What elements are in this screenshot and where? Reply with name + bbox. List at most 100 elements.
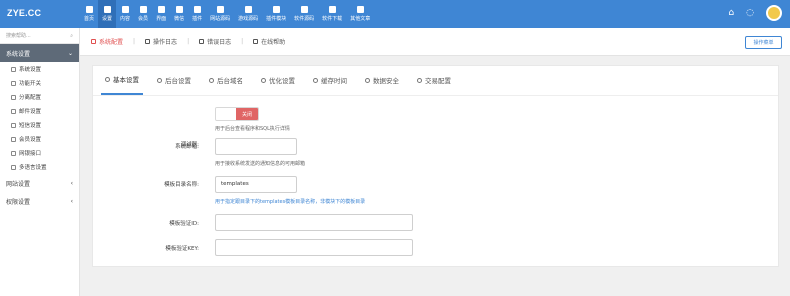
nav-label: 软件源码 (294, 16, 315, 22)
tab-5[interactable]: 数据安全 (361, 65, 403, 95)
tab-3[interactable]: 优化设置 (257, 65, 299, 95)
toggle-on-side: 关闭 (236, 108, 258, 120)
top-right-actions: ⌂ ◌ (728, 5, 782, 21)
nav-item-6[interactable]: 插件 (188, 0, 206, 28)
tab-2[interactable]: 后台域名 (205, 65, 247, 95)
tab-icon (209, 77, 214, 83)
sidebar: 搜索帮助... ⌕ 系统设置 ⌄ 系统设置功能开关分离配置 邮件设置短信设置会员设… (0, 28, 80, 296)
nav-label: 游戏源码 (238, 16, 259, 22)
tab-icon (105, 76, 110, 82)
nav-label: 插件 (192, 16, 203, 22)
nav-label: 其他文章 (350, 16, 371, 22)
sidebar-item-7[interactable]: 多语言设置 (0, 160, 79, 174)
menu-icon (11, 150, 16, 156)
refresh-icon[interactable]: ◌ (746, 8, 754, 18)
nav-label: 软件下载 (322, 16, 343, 22)
sidebar-item-label: 短信设置 (19, 123, 42, 129)
nav-label: 插件模块 (266, 16, 287, 22)
nav-label: 首页 (84, 16, 95, 22)
menu-icon (11, 136, 16, 142)
article-icon (356, 6, 364, 13)
sidebar-item-3[interactable]: 邮件设置 (0, 104, 79, 118)
home-icon[interactable]: ⌂ (728, 8, 734, 18)
template-key-field[interactable] (215, 239, 413, 256)
sidebar-group-system[interactable]: 系统设置 ⌄ (0, 44, 79, 62)
nav-item-5[interactable]: 微信 (170, 0, 188, 28)
sidebar-group-label: 系统设置 (6, 50, 31, 58)
email-field[interactable] (215, 138, 297, 155)
sidebar-item-2[interactable]: 分离配置 (0, 90, 79, 104)
nav-item-10[interactable]: 软件源码 (290, 0, 318, 28)
breadcrumb-item-help[interactable]: 在线帮助 (253, 37, 285, 46)
tab-0[interactable]: 基本设置 (101, 65, 143, 95)
bug-icon (199, 39, 205, 44)
tab-label: 缓存时间 (321, 77, 347, 85)
breadcrumb-item-system[interactable]: 系统配置 (91, 37, 123, 46)
tab-icon (157, 77, 162, 83)
tab-label: 后台域名 (217, 77, 243, 85)
template-id-field[interactable] (215, 214, 413, 231)
search-icon[interactable]: ⌕ (70, 33, 73, 39)
breadcrumb-separator: | (133, 38, 136, 45)
breadcrumb-item-oplog[interactable]: 操作日志 (145, 37, 177, 46)
nav-item-0[interactable]: 首页 (80, 0, 98, 28)
sidebar-item-label: 功能开关 (19, 81, 42, 87)
plugin-icon (193, 6, 201, 13)
menu-icon (11, 108, 16, 114)
grid-icon (121, 6, 129, 13)
nav-item-11[interactable]: 软件下载 (318, 0, 346, 28)
tab-icon (365, 77, 370, 83)
sidebar-item-6[interactable]: 网银接口 (0, 146, 79, 160)
sidebar-group-permission[interactable]: 权限设置 ‹ (0, 192, 79, 210)
search-input[interactable]: 搜索帮助... (6, 32, 31, 39)
template-dir-help: 用于指定跟目录下的templates模板目录名称，非模块下的模板目录 (215, 199, 366, 205)
nav-item-4[interactable]: 界面 (152, 0, 170, 28)
nav-item-9[interactable]: 插件模块 (262, 0, 290, 28)
nav-label: 内容 (120, 16, 131, 22)
menu-icon (11, 80, 16, 86)
nav-item-3[interactable]: 会员 (134, 0, 152, 28)
nav-label: 微信 (174, 16, 185, 22)
tab-4[interactable]: 缓存时间 (309, 65, 351, 95)
email-label: 系统邮箱: (175, 144, 199, 150)
user-icon (139, 6, 147, 13)
sidebar-item-4[interactable]: 短信设置 (0, 118, 79, 132)
nav-label: 界面 (156, 16, 167, 22)
tab-label: 基本设置 (113, 76, 139, 84)
toggle-off-side (216, 108, 236, 120)
sidebar-group-label: 网站设置 (6, 180, 31, 188)
sidebar-item-label: 网银接口 (19, 151, 42, 157)
menu-icon (11, 94, 16, 100)
nav-item-7[interactable]: 网站源码 (206, 0, 234, 28)
menu-icon (11, 66, 16, 72)
template-dir-field[interactable]: templates (215, 176, 297, 193)
logo[interactable]: ZYE.CC (7, 8, 41, 18)
template-key-label: 模板验证KEY: (165, 246, 199, 252)
breadcrumb-item-errorlog[interactable]: 错误日志 (199, 37, 231, 46)
tab-icon (313, 77, 318, 83)
nav-item-12[interactable]: 其他文章 (346, 0, 374, 28)
operation-menu-button[interactable]: 操作菜单 (745, 36, 782, 49)
avatar-icon[interactable] (766, 5, 782, 21)
sidebar-item-5[interactable]: 会员设置 (0, 132, 79, 146)
tab-label: 优化设置 (269, 77, 295, 85)
nav-item-8[interactable]: 游戏源码 (234, 0, 262, 28)
home-icon (85, 6, 93, 13)
code-icon (216, 6, 224, 13)
chevron-down-icon: ⌄ (67, 49, 73, 57)
tab-icon (417, 77, 422, 83)
nav-item-2[interactable]: 内容 (116, 0, 134, 28)
layout-icon (157, 6, 165, 13)
debug-toggle[interactable]: 关闭 (215, 107, 259, 121)
sidebar-group-website[interactable]: 网站设置 ‹ (0, 174, 79, 192)
nav-item-1[interactable]: 设置 (98, 0, 117, 28)
tab-6[interactable]: 交易配置 (413, 65, 455, 95)
breadcrumb: 系统配置 | 操作日志 | 错误日志 | 在线帮助 操作菜单 (80, 28, 790, 56)
sidebar-group-label: 权限设置 (6, 198, 31, 206)
sidebar-item-label: 会员设置 (19, 137, 42, 143)
sidebar-item-1[interactable]: 功能开关 (0, 76, 79, 90)
sidebar-search[interactable]: 搜索帮助... ⌕ (0, 28, 79, 44)
tab-1[interactable]: 后台设置 (153, 65, 195, 95)
sidebar-item-0[interactable]: 系统设置 (0, 62, 79, 76)
sidebar-item-label: 系统设置 (19, 67, 42, 73)
